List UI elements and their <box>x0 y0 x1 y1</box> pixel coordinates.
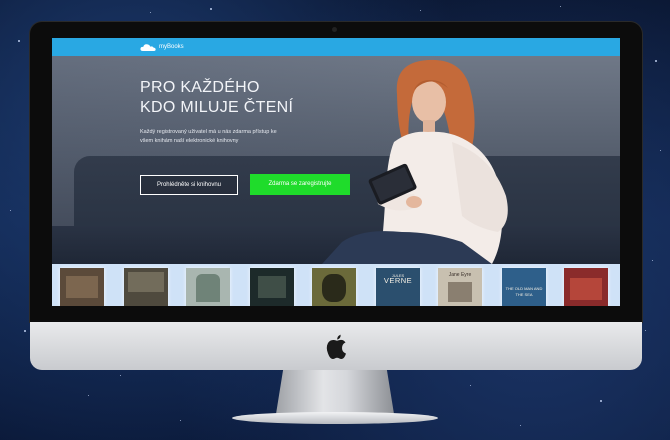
screen: myBooks PRO KAŽDÉHO KDO MILUJE ČTENÍ Kaž… <box>52 38 620 306</box>
book-cover[interactable]: THE OLD MAN AND THE SEA <box>502 268 546 306</box>
book-title: Jane Eyre <box>448 272 472 278</box>
navbar: myBooks <box>52 38 620 56</box>
subtext-line-2: všem knihám naší elektronické knihovny <box>140 138 239 144</box>
hero-subtext: Každý registrovaný uživatel má u nás zda… <box>140 128 350 146</box>
subtext-line-1: Každý registrovaný uživatel má u nás zda… <box>140 129 277 135</box>
hero-section: PRO KAŽDÉHO KDO MILUJE ČTENÍ Každý regis… <box>52 56 620 264</box>
camera-icon <box>332 27 337 32</box>
register-free-button[interactable]: Zdarma se zaregistrujte <box>250 174 350 195</box>
book-cover[interactable] <box>60 268 104 306</box>
book-cover[interactable] <box>250 268 294 306</box>
book-cover[interactable]: Jane Eyre <box>438 268 482 306</box>
book-cover[interactable]: JULES VERNE <box>376 268 420 306</box>
imac-stand-base <box>232 412 438 424</box>
imac-stand <box>276 370 394 414</box>
cloud-icon <box>140 43 156 51</box>
hero-headline: PRO KAŽDÉHO KDO MILUJE ČTENÍ <box>140 78 400 118</box>
book-shelf: JULES VERNE Jane Eyre THE OLD MAN AND TH… <box>52 264 620 306</box>
book-cover[interactable] <box>564 268 608 306</box>
logo-text: myBooks <box>159 44 184 50</box>
book-cover[interactable] <box>312 268 356 306</box>
site-logo[interactable]: myBooks <box>140 42 184 52</box>
book-title: VERNE <box>383 276 413 285</box>
headline-line-1: PRO KAŽDÉHO <box>140 79 260 96</box>
book-cover[interactable] <box>124 268 168 306</box>
headline-line-2: KDO MILUJE ČTENÍ <box>140 99 294 116</box>
book-cover[interactable] <box>186 268 230 306</box>
browse-library-button[interactable]: Prohlédněte si knihovnu <box>140 175 238 195</box>
apple-logo-icon <box>326 334 346 359</box>
book-title: THE OLD MAN AND THE SEA <box>505 286 543 297</box>
